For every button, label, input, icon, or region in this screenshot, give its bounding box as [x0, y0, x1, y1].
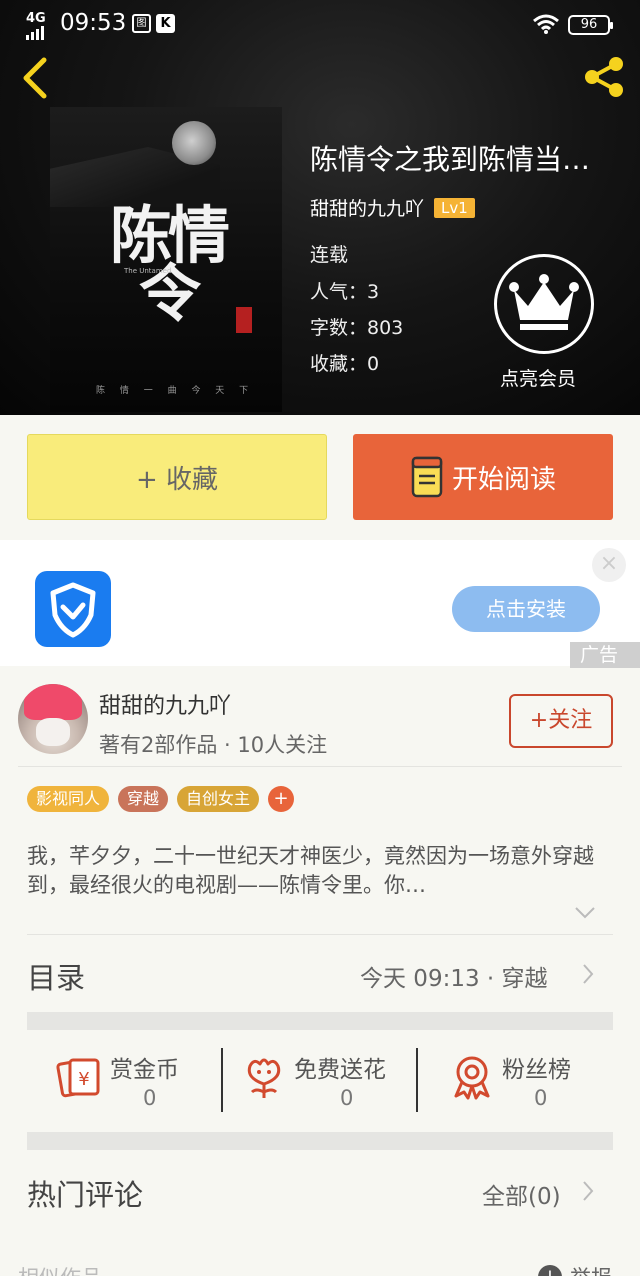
share-icon	[585, 57, 623, 97]
crown-icon	[509, 274, 579, 330]
book-popularity: 人气：3	[310, 281, 380, 303]
ad-close-button[interactable]: ×	[592, 548, 626, 582]
reward-coins-value: 0	[143, 1086, 157, 1110]
book-header: 4G 09:53 图 K 96 陈情令 The Untamed 陈 情 一 曲 …	[0, 0, 640, 415]
divider	[27, 934, 613, 935]
section-divider	[27, 1012, 613, 1030]
back-arrow-icon	[23, 57, 47, 99]
latest-chapter[interactable]: 今天 09:13 · 穿越	[360, 959, 548, 993]
tag-item[interactable]: 穿越	[118, 786, 169, 812]
free-flowers-value: 0	[340, 1086, 354, 1110]
book-title: 陈情令之我到陈情当…	[310, 143, 591, 176]
book-icon	[411, 456, 443, 498]
stat-separator	[416, 1048, 418, 1112]
fan-ranking-value: 0	[534, 1086, 548, 1110]
share-button[interactable]	[578, 52, 630, 102]
gallery-notification-icon: 图	[132, 14, 151, 33]
level-badge: Lv1	[434, 197, 475, 218]
book-description[interactable]: 我，芊夕夕，二十一世纪天才神医少，竟然因为一场意外穿越到，最经很火的电视剧——陈…	[27, 842, 607, 900]
fan-ranking-label: 粉丝榜	[502, 1057, 571, 1083]
free-flowers-label: 免费送花	[294, 1057, 386, 1083]
back-button[interactable]	[14, 52, 58, 102]
cover-moon-art	[172, 121, 216, 165]
ad-banner[interactable]: × 点击安装 广告	[0, 540, 640, 668]
catalog-chevron-right-icon	[583, 964, 594, 984]
stat-separator	[221, 1048, 223, 1112]
reward-coins-label: 赏金币	[110, 1057, 179, 1083]
report-button[interactable]: ! 举报	[538, 1262, 612, 1276]
cover-title: 陈情令	[109, 199, 230, 330]
shield-check-icon	[50, 582, 96, 638]
all-comments-link[interactable]: 全部(0)	[482, 1177, 561, 1211]
avatar-face	[36, 718, 70, 746]
tag-item[interactable]: 影视同人	[27, 786, 110, 812]
battery-indicator: 96	[568, 15, 613, 35]
book-word-count: 字数：803	[310, 317, 404, 339]
medal-icon	[454, 1056, 490, 1100]
hot-comments-title: 热门评论	[27, 1178, 144, 1212]
book-cover[interactable]: 陈情令 The Untamed 陈 情 一 曲 今 天 下	[50, 107, 282, 412]
signal-icon	[26, 26, 44, 40]
fan-ranking-item[interactable]: 粉丝榜 0	[448, 1046, 638, 1116]
follow-button[interactable]: +关注	[509, 694, 613, 748]
status-bar: 4G 09:53 图 K 96	[0, 0, 640, 52]
expand-chevron-icon[interactable]	[574, 906, 596, 920]
author-avatar[interactable]	[18, 684, 88, 754]
ad-label: 广告	[570, 642, 640, 668]
book-favorites: 收藏：0	[310, 353, 380, 375]
start-reading-label: 开始阅读	[451, 464, 556, 495]
cover-subtitle: 陈 情 一 曲 今 天 下	[96, 386, 255, 396]
vip-button[interactable]	[492, 254, 596, 358]
flower-icon	[247, 1058, 281, 1098]
similar-works-title: 相似作品	[18, 1262, 102, 1276]
author-name[interactable]: 甜甜的九九吖	[99, 688, 231, 720]
free-flowers-item[interactable]: 免费送花 0	[240, 1046, 430, 1116]
report-icon: !	[538, 1265, 562, 1276]
k-app-notification-icon: K	[156, 14, 175, 33]
more-tags-button[interactable]: +	[268, 786, 295, 812]
section-divider	[27, 1132, 613, 1150]
comments-chevron-right-icon	[583, 1181, 594, 1201]
reward-coins-item[interactable]: ¥ 赏金币 0	[56, 1046, 246, 1116]
start-reading-button[interactable]: 开始阅读	[353, 434, 613, 520]
report-label: 举报	[570, 1262, 612, 1276]
network-indicator: 4G	[26, 11, 46, 26]
vip-label[interactable]: 点亮会员	[500, 364, 576, 391]
avatar-hat	[24, 684, 82, 720]
author-stats: 著有2部作品 · 10人关注	[99, 733, 328, 757]
wifi-icon	[533, 14, 559, 34]
cover-english-title: The Untamed	[124, 267, 172, 275]
reward-coin-icon: ¥	[56, 1058, 100, 1098]
ad-app-logo[interactable]	[35, 571, 111, 647]
cover-seal	[236, 307, 252, 333]
svg-text:¥: ¥	[78, 1069, 89, 1090]
add-favorite-button[interactable]: + 收藏	[27, 434, 327, 520]
catalog-title[interactable]: 目录	[27, 955, 85, 997]
tag-item[interactable]: 自创女主	[177, 786, 260, 812]
book-author-name[interactable]: 甜甜的九九吖	[310, 194, 424, 221]
book-status: 连载	[310, 244, 349, 266]
ad-install-button[interactable]: 点击安装	[452, 586, 600, 632]
clock: 09:53	[60, 10, 127, 36]
tag-list: 影视同人 穿越 自创女主 +	[27, 786, 295, 812]
divider	[18, 766, 622, 767]
book-author-line: 甜甜的九九吖 Lv1	[310, 194, 475, 221]
